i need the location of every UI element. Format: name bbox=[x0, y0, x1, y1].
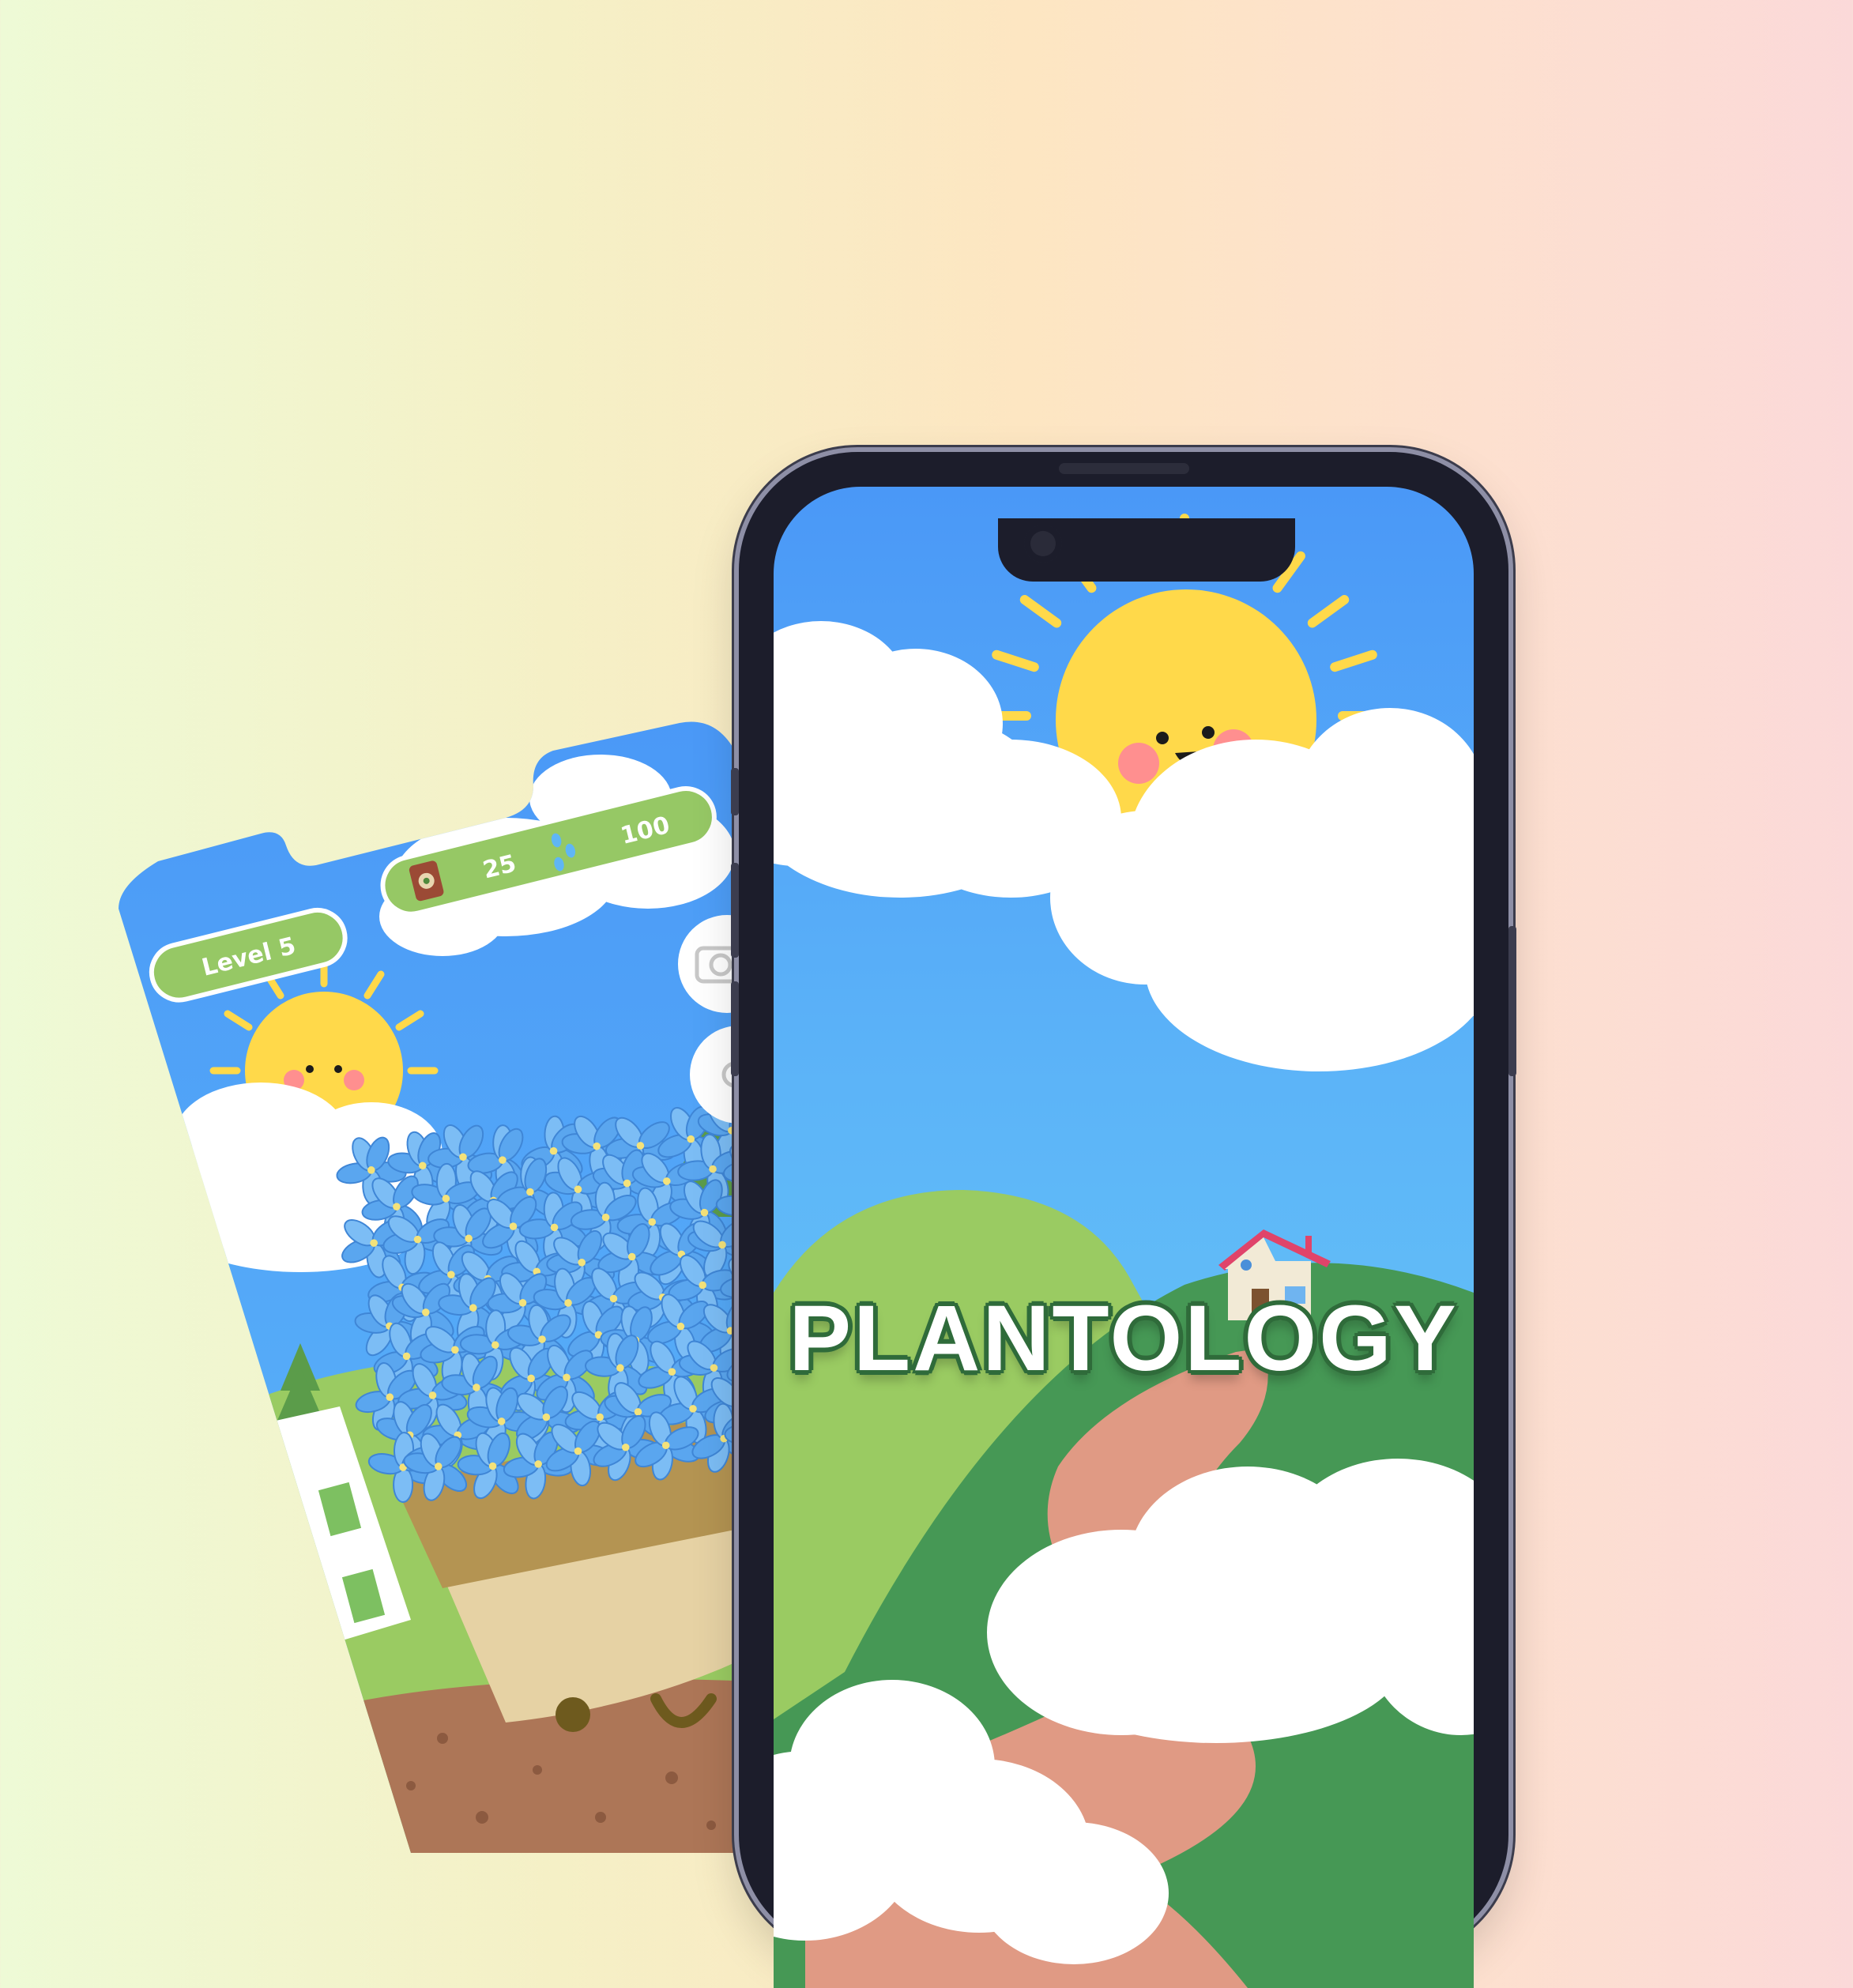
phone-frame: PLANTOLOGY bbox=[731, 452, 1516, 1988]
sun-ray bbox=[992, 649, 1039, 672]
sun-ray bbox=[1330, 649, 1377, 672]
side-button-top bbox=[731, 768, 739, 815]
sun-ray bbox=[1019, 595, 1062, 628]
front-camera bbox=[1024, 525, 1062, 563]
side-button-volume-up bbox=[731, 863, 739, 958]
side-button-power bbox=[1508, 926, 1516, 1076]
splash-screen[interactable]: PLANTOLOGY bbox=[774, 487, 1474, 1988]
speaker-grille bbox=[1059, 463, 1189, 474]
app-title: PLANTOLOGY bbox=[789, 1286, 1459, 1391]
sun-ray bbox=[1307, 595, 1350, 628]
side-button-volume-down bbox=[731, 981, 739, 1076]
splash-scene bbox=[774, 514, 1474, 1988]
